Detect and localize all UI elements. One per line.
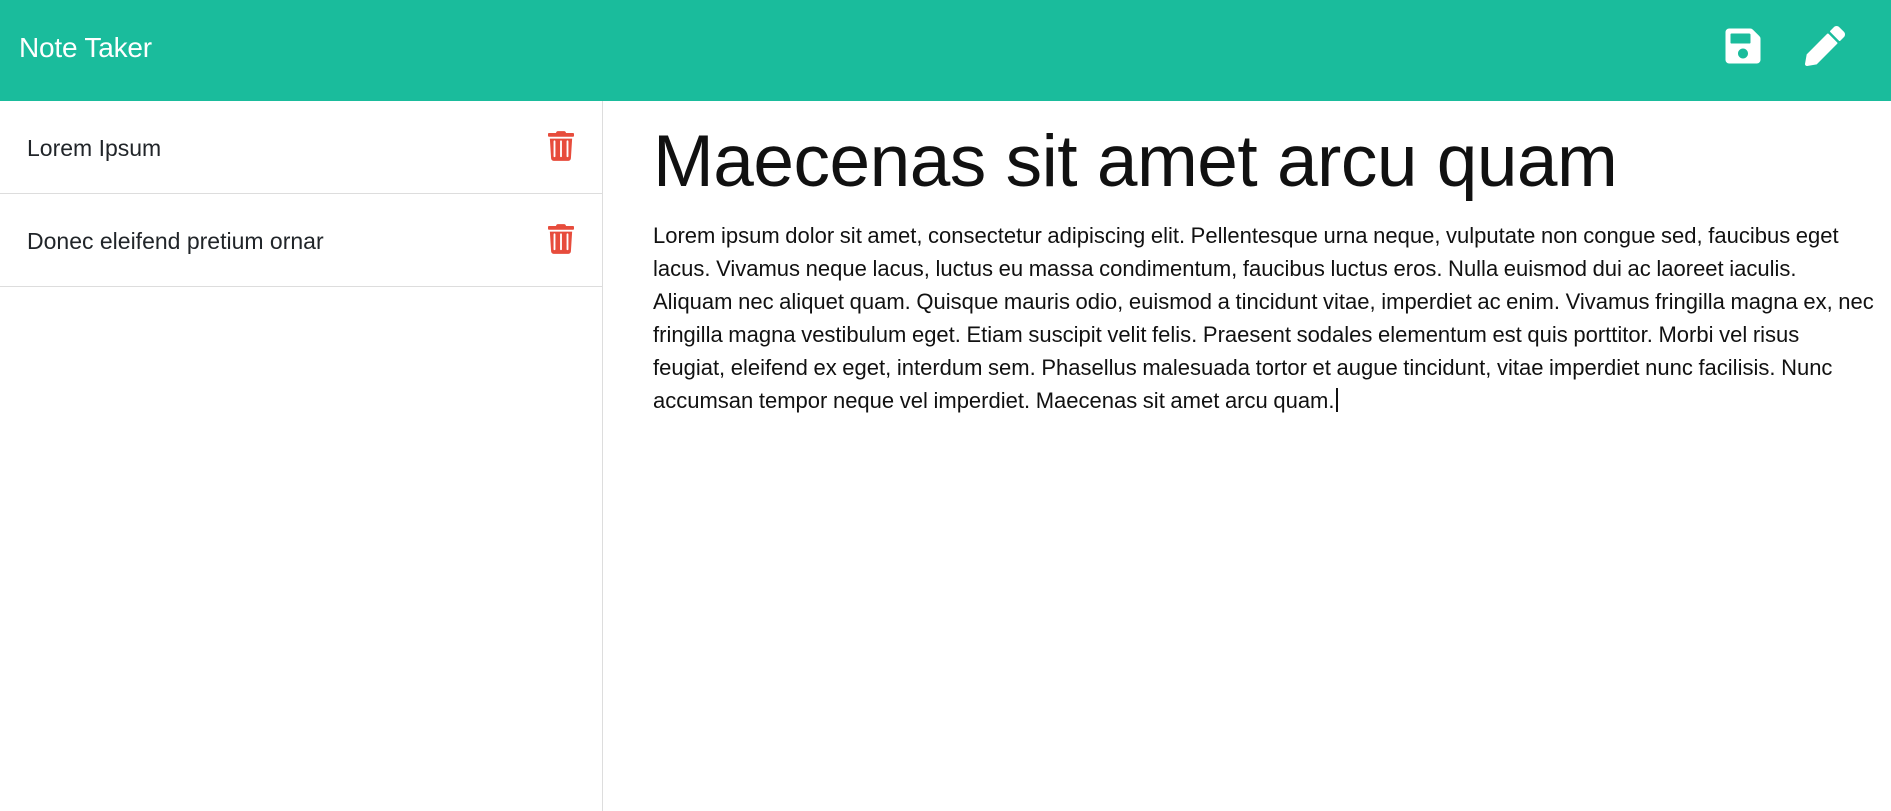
note-editor: Maecenas sit amet arcu quam Lorem ipsum … — [603, 101, 1891, 811]
navbar: Note Taker — [0, 0, 1891, 101]
text-cursor — [1335, 388, 1338, 412]
save-icon — [1725, 28, 1761, 64]
note-title-input[interactable]: Maecenas sit amet arcu quam — [653, 119, 1873, 205]
delete-note-button[interactable] — [548, 131, 574, 161]
new-note-icon[interactable] — [1805, 26, 1845, 66]
note-list-item-title[interactable]: Lorem Ipsum — [27, 133, 161, 163]
app-title[interactable]: Note Taker — [19, 30, 152, 66]
trash-icon — [548, 224, 574, 254]
trash-icon — [548, 131, 574, 161]
note-text: Lorem ipsum dolor sit amet, consectetur … — [653, 223, 1874, 413]
note-list: Lorem Ipsum Donec eleifend pretium ornar — [0, 101, 602, 287]
note-list-item-title[interactable]: Donec eleifend pretium ornar — [27, 226, 324, 256]
save-note-icon[interactable] — [1723, 26, 1763, 66]
pencil-icon — [1805, 26, 1845, 66]
note-textarea[interactable]: Lorem ipsum dolor sit amet, consectetur … — [653, 219, 1875, 417]
note-list-item[interactable]: Donec eleifend pretium ornar — [0, 194, 602, 287]
note-list-item[interactable]: Lorem Ipsum — [0, 101, 602, 194]
delete-note-button[interactable] — [548, 224, 574, 254]
note-sidebar: Lorem Ipsum Donec eleifend pretium ornar — [0, 101, 603, 811]
